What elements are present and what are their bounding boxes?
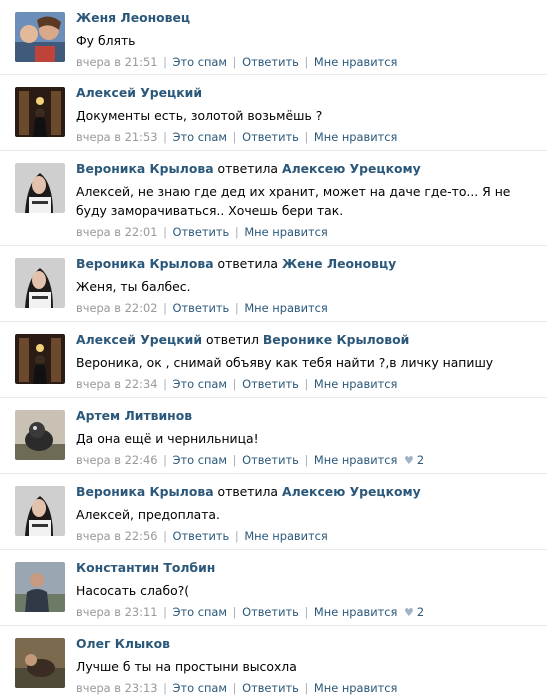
comment-item: Вероника Крылова ответила Жене Леоновцу … — [0, 246, 547, 322]
comments-feed: Женя Леоновец Фу блять вчера в 21:51 | Э… — [0, 0, 547, 700]
spam-link[interactable]: Это спам — [173, 130, 227, 144]
like-link[interactable]: Мне нравится — [244, 301, 327, 315]
reply-link[interactable]: Ответить — [242, 605, 299, 619]
reply-to-link[interactable]: Веронике Крыловой — [263, 332, 409, 347]
comment-item: Алексей Урецкий ответил Веронике Крылово… — [0, 322, 547, 398]
spam-link[interactable]: Это спам — [173, 377, 227, 391]
like-link[interactable]: Мне нравится — [314, 681, 397, 695]
comment-item: Вероника Крылова ответила Алексею Урецко… — [0, 474, 547, 550]
like-link[interactable]: Мне нравится — [314, 453, 397, 467]
reply-link[interactable]: Ответить — [173, 225, 230, 239]
comment-meta: вчера в 22:56 | Ответить | Мне нравится — [76, 529, 328, 543]
reply-link[interactable]: Ответить — [173, 529, 230, 543]
comment-timestamp[interactable]: вчера в 23:11 — [76, 605, 157, 619]
reply-verb: ответил — [205, 332, 259, 347]
comment-item: Вероника Крылова ответила Алексею Урецко… — [0, 151, 547, 246]
avatar[interactable] — [15, 486, 65, 536]
comment-author-link[interactable]: Алексей Урецкий — [76, 85, 202, 100]
comment-text: Насосать слабо?( — [76, 583, 190, 598]
reply-to-link[interactable]: Алексею Урецкому — [282, 161, 421, 176]
comment-text: Алексей, не знаю где дед их хранит, може… — [76, 184, 511, 218]
comment-author-link[interactable]: Алексей Урецкий — [76, 332, 202, 347]
reply-link[interactable]: Ответить — [242, 55, 299, 69]
avatar[interactable] — [15, 87, 65, 137]
reply-to-link[interactable]: Алексею Урецкому — [282, 484, 421, 499]
like-link[interactable]: Мне нравится — [244, 225, 327, 239]
avatar[interactable] — [15, 410, 65, 460]
comment-meta: вчера в 21:53 | Это спам | Ответить | Мн… — [76, 130, 398, 144]
reply-verb: ответила — [217, 484, 279, 499]
comment-timestamp[interactable]: вчера в 21:53 — [76, 130, 157, 144]
heart-icon[interactable]: ♥ — [404, 454, 414, 467]
comment-text: Документы есть, золотой возьмёшь ? — [76, 108, 323, 123]
reply-link[interactable]: Ответить — [173, 301, 230, 315]
comment-author-link[interactable]: Женя Леоновец — [76, 10, 190, 25]
like-link[interactable]: Мне нравится — [244, 529, 327, 543]
comment-author-link[interactable]: Вероника Крылова — [76, 484, 214, 499]
comment-author-link[interactable]: Константин Толбин — [76, 560, 215, 575]
like-link[interactable]: Мне нравится — [314, 605, 397, 619]
comment-meta: вчера в 22:02 | Ответить | Мне нравится — [76, 301, 328, 315]
comment-item: Женя Леоновец Фу блять вчера в 21:51 | Э… — [0, 0, 547, 75]
like-count[interactable]: 2 — [417, 453, 424, 467]
comment-timestamp[interactable]: вчера в 22:02 — [76, 301, 157, 315]
reply-link[interactable]: Ответить — [242, 453, 299, 467]
comment-timestamp[interactable]: вчера в 22:46 — [76, 453, 157, 467]
comment-text: Фу блять — [76, 33, 136, 48]
comment-text: Лучше б ты на простыни высохла — [76, 659, 297, 674]
reply-link[interactable]: Ответить — [242, 681, 299, 695]
avatar[interactable] — [15, 562, 65, 612]
comment-meta: вчера в 21:51 | Это спам | Ответить | Мн… — [76, 55, 398, 69]
comment-timestamp[interactable]: вчера в 21:51 — [76, 55, 157, 69]
comment-item: Константин Толбин Насосать слабо?( вчера… — [0, 550, 547, 626]
comment-timestamp[interactable]: вчера в 22:56 — [76, 529, 157, 543]
like-link[interactable]: Мне нравится — [314, 130, 397, 144]
avatar[interactable] — [15, 258, 65, 308]
comment-author-link[interactable]: Артем Литвинов — [76, 408, 192, 423]
comment-meta: вчера в 22:01 | Ответить | Мне нравится — [76, 225, 328, 239]
spam-link[interactable]: Это спам — [173, 453, 227, 467]
comment-meta: вчера в 22:34 | Это спам | Ответить | Мн… — [76, 377, 398, 391]
comment-text: Женя, ты балбес. — [76, 279, 191, 294]
comment-meta: вчера в 22:46 | Это спам | Ответить | Мн… — [76, 453, 425, 467]
like-count[interactable]: 2 — [417, 605, 424, 619]
comment-meta: вчера в 23:13 | Это спам | Ответить | Мн… — [76, 681, 398, 695]
comment-item: Артем Литвинов Да она ещё и чернильница!… — [0, 398, 547, 474]
comment-author-link[interactable]: Вероника Крылова — [76, 256, 214, 271]
avatar[interactable] — [15, 163, 65, 213]
comment-text: Да она ещё и чернильница! — [76, 431, 259, 446]
comment-text: Алексей, предоплата. — [76, 507, 220, 522]
comment-item: Алексей Урецкий Документы есть, золотой … — [0, 75, 547, 151]
comment-author-link[interactable]: Олег Клыков — [76, 636, 170, 651]
reply-verb: ответила — [217, 161, 279, 176]
avatar[interactable] — [15, 638, 65, 688]
like-link[interactable]: Мне нравится — [314, 377, 397, 391]
comment-item: Олег Клыков Лучше б ты на простыни высох… — [0, 626, 547, 700]
comment-author-link[interactable]: Вероника Крылова — [76, 161, 214, 176]
comment-meta: вчера в 23:11 | Это спам | Ответить | Мн… — [76, 605, 425, 619]
spam-link[interactable]: Это спам — [173, 605, 227, 619]
avatar[interactable] — [15, 12, 65, 62]
comment-text: Вероника, ок , снимай объяву как тебя на… — [76, 355, 494, 370]
comment-timestamp[interactable]: вчера в 22:34 — [76, 377, 157, 391]
reply-verb: ответила — [217, 256, 279, 271]
comment-timestamp[interactable]: вчера в 22:01 — [76, 225, 157, 239]
heart-icon[interactable]: ♥ — [404, 606, 414, 619]
like-link[interactable]: Мне нравится — [314, 55, 397, 69]
comment-timestamp[interactable]: вчера в 23:13 — [76, 681, 157, 695]
reply-to-link[interactable]: Жене Леоновцу — [282, 256, 396, 271]
reply-link[interactable]: Ответить — [242, 377, 299, 391]
reply-link[interactable]: Ответить — [242, 130, 299, 144]
spam-link[interactable]: Это спам — [173, 55, 227, 69]
spam-link[interactable]: Это спам — [173, 681, 227, 695]
avatar[interactable] — [15, 334, 65, 384]
